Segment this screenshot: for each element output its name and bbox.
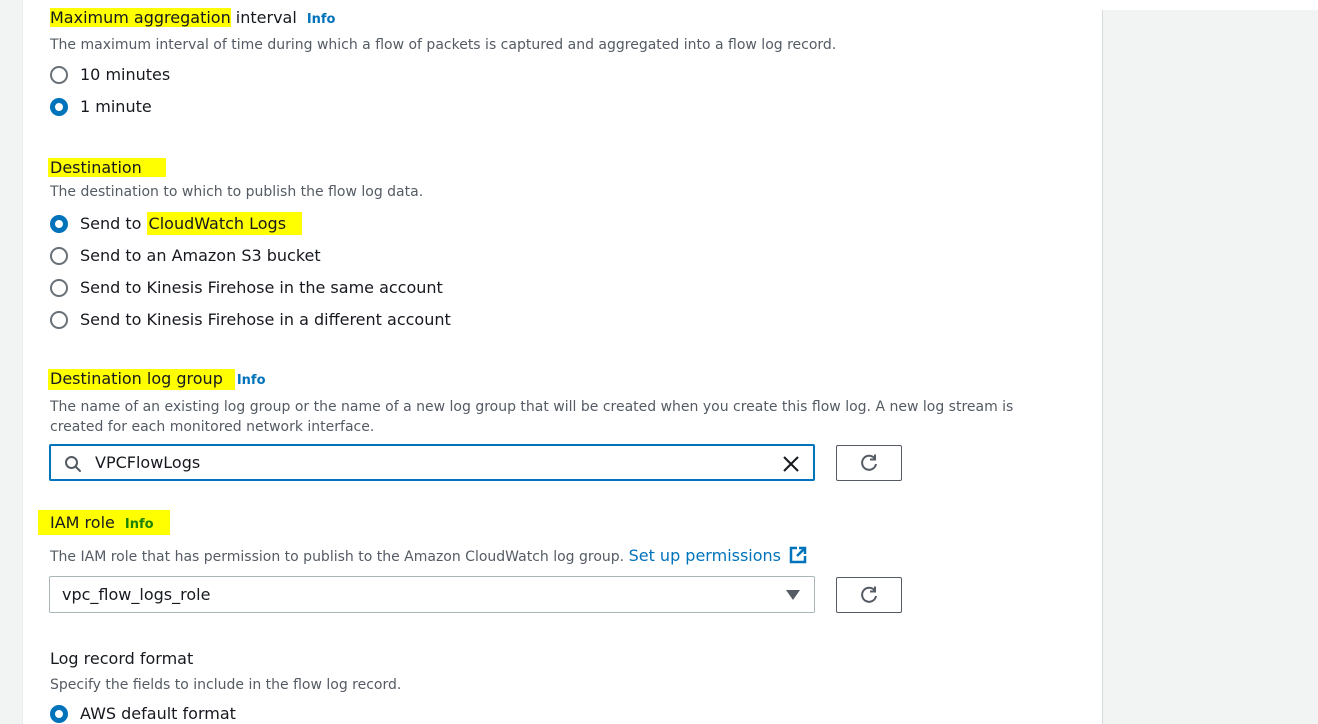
radio-circle-icon[interactable] [50, 246, 68, 265]
destination-label: Destination [48, 158, 166, 177]
radio-firehose-different-account[interactable]: Send to Kinesis Firehose in a different … [50, 310, 451, 329]
iam-role-value: vpc_flow_logs_role [62, 585, 211, 604]
radio-aws-default-format[interactable]: AWS default format [50, 704, 236, 723]
right-side-panel [1102, 10, 1318, 724]
log-group-info-link[interactable]: Info [237, 373, 266, 388]
aggregation-label: Maximum aggregation interval Info [50, 8, 336, 27]
log-format-label: Log record format [50, 649, 194, 668]
aggregation-description: The maximum interval of time during whic… [50, 37, 837, 53]
refresh-icon [861, 586, 877, 603]
iam-role-refresh-button[interactable] [836, 577, 902, 613]
log-format-description: Specify the fields to include in the flo… [50, 677, 402, 693]
iam-role-label: IAM role Info [38, 510, 170, 535]
radio-firehose-same-account[interactable]: Send to Kinesis Firehose in the same acc… [50, 278, 443, 297]
radio-selected-icon[interactable] [50, 214, 68, 233]
radio-10-minutes[interactable]: 10 minutes [50, 65, 170, 84]
caret-down-icon [786, 590, 800, 600]
set-up-permissions-link[interactable]: Set up permissions [629, 546, 781, 565]
panel-border [22, 0, 23, 724]
log-group-value: VPCFlowLogs [95, 453, 201, 472]
radio-selected-icon[interactable] [50, 97, 68, 116]
search-icon [65, 456, 81, 472]
log-group-search-input[interactable]: VPCFlowLogs [49, 444, 815, 481]
radio-circle-icon[interactable] [50, 310, 68, 329]
refresh-icon [861, 454, 877, 471]
log-group-description-line1: The name of an existing log group or the… [50, 399, 1014, 415]
iam-role-select[interactable]: vpc_flow_logs_role [49, 576, 815, 613]
destination-description: The destination to which to publish the … [50, 184, 424, 200]
radio-circle-icon[interactable] [50, 65, 68, 84]
radio-selected-icon[interactable] [50, 704, 68, 723]
radio-s3-bucket[interactable]: Send to an Amazon S3 bucket [50, 246, 321, 265]
radio-1-minute[interactable]: 1 minute [50, 97, 152, 116]
log-group-label: Destination log group Info [48, 369, 266, 390]
log-group-description-line2: created for each monitored network inter… [50, 419, 375, 435]
aggregation-info-link[interactable]: Info [307, 12, 336, 27]
external-link-icon[interactable] [789, 546, 807, 564]
radio-cloudwatch-logs[interactable]: Send to CloudWatch Logs [50, 212, 303, 235]
iam-role-description: The IAM role that has permission to publ… [50, 546, 807, 565]
radio-circle-icon[interactable] [50, 278, 68, 297]
clear-icon[interactable] [782, 455, 800, 473]
log-group-refresh-button[interactable] [836, 445, 902, 481]
page-left-gutter [0, 0, 22, 724]
iam-role-info-link[interactable]: Info [125, 517, 154, 532]
